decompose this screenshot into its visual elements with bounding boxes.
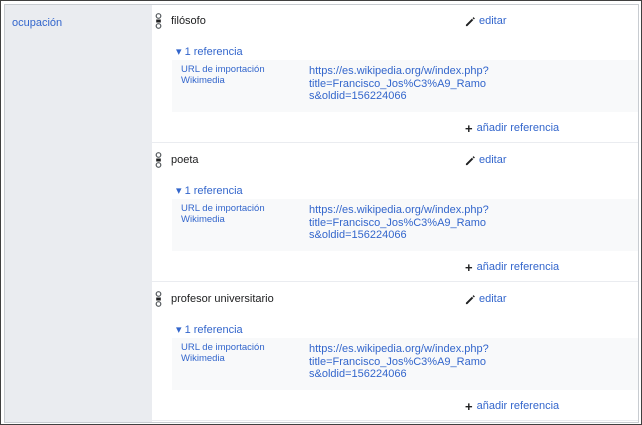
plus-icon: + [465,398,473,414]
statement-value[interactable]: profesor universitario [171,293,274,305]
statement: filósofo editar ▾ 1 referencia URL de im… [152,5,638,143]
edit-label: editar [479,15,507,27]
edit-label: editar [479,154,507,166]
reference-url[interactable]: https://es.wikipedia.org/w/index.php?tit… [309,343,489,381]
pencil-icon [465,155,475,165]
edit-button[interactable]: editar [465,293,507,305]
statement: poeta editar ▾ 1 referencia URL de impor… [152,144,638,282]
reference-block: URL de importación Wikimedia https://es.… [172,199,638,251]
plus-icon: + [465,259,473,275]
property-label[interactable]: ocupación [12,17,62,29]
add-reference-label: añadir referencia [476,122,560,134]
reference-property[interactable]: URL de importación Wikimedia [181,64,291,86]
rank-normal-icon[interactable] [155,291,162,307]
edit-label: editar [479,293,507,305]
rank-normal-icon[interactable] [155,13,162,29]
plus-icon: + [465,120,473,136]
add-reference-button[interactable]: + añadir referencia [465,259,560,275]
add-reference-button[interactable]: + añadir referencia [465,398,560,414]
reference-url[interactable]: https://es.wikipedia.org/w/index.php?tit… [309,204,489,242]
reference-property[interactable]: URL de importación Wikimedia [181,342,291,364]
references-toggle[interactable]: ▾ 1 referencia [176,184,243,197]
pencil-icon [465,294,475,304]
add-reference-button[interactable]: + añadir referencia [465,120,560,136]
reference-block: URL de importación Wikimedia https://es.… [172,338,638,390]
statement-group: ocupación filósofo editar ▾ 1 referencia… [4,4,639,423]
add-reference-label: añadir referencia [476,261,560,273]
edit-button[interactable]: editar [465,154,507,166]
reference-block: URL de importación Wikimedia https://es.… [172,60,638,112]
statement-value[interactable]: poeta [171,154,199,166]
references-toggle[interactable]: ▾ 1 referencia [176,45,243,58]
statement: profesor universitario editar ▾ 1 refere… [152,283,638,421]
screenshot-frame: ocupación filósofo editar ▾ 1 referencia… [0,0,642,425]
statement-list: filósofo editar ▾ 1 referencia URL de im… [152,5,638,422]
rank-normal-icon[interactable] [155,152,162,168]
property-column: ocupación [5,5,152,422]
edit-button[interactable]: editar [465,15,507,27]
add-reference-label: añadir referencia [476,400,560,412]
statement-value[interactable]: filósofo [171,15,206,27]
reference-url[interactable]: https://es.wikipedia.org/w/index.php?tit… [309,65,489,103]
references-toggle[interactable]: ▾ 1 referencia [176,323,243,336]
pencil-icon [465,16,475,26]
reference-property[interactable]: URL de importación Wikimedia [181,203,291,225]
